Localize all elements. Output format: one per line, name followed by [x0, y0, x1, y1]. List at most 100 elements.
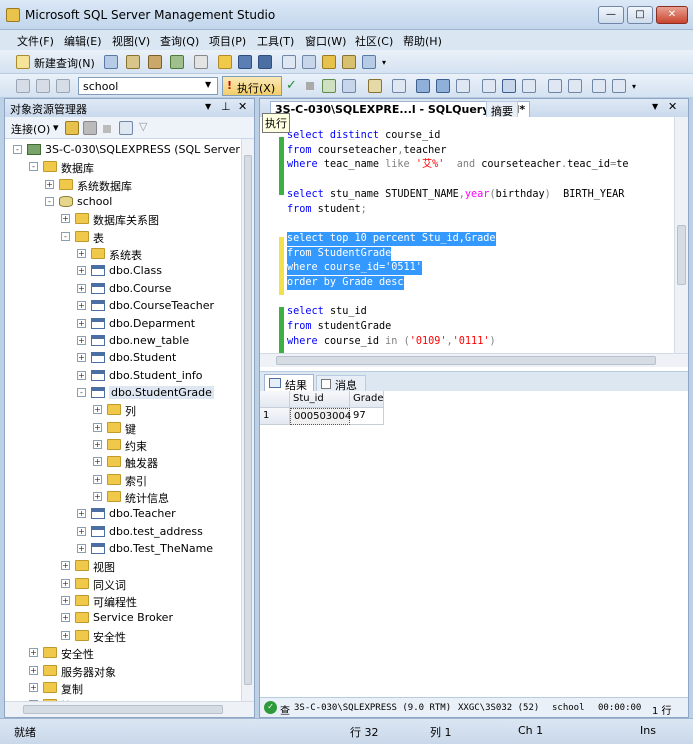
expand-icon[interactable]: + [77, 266, 86, 276]
table-cell-stu-id[interactable]: 000503004 [290, 408, 351, 425]
properties-icon[interactable] [342, 55, 356, 69]
expand-icon[interactable]: + [77, 301, 86, 311]
expand-icon[interactable]: + [77, 283, 86, 293]
tab-summary[interactable]: 摘要 [486, 101, 518, 118]
expand-icon[interactable]: + [45, 179, 54, 189]
pin-icon[interactable]: ⊥ [221, 100, 231, 113]
tree-node[interactable]: + 可编程性 [5, 593, 241, 610]
expand-icon[interactable]: + [93, 422, 102, 432]
tree-node[interactable]: + 列 [5, 402, 241, 419]
table-cell-grade[interactable]: 97 [350, 408, 384, 425]
results-to-text-icon[interactable] [456, 79, 470, 93]
registered-servers-icon[interactable] [302, 55, 316, 69]
tab-list-icon[interactable]: ▼ [652, 102, 658, 111]
tree-node[interactable]: + 视图 [5, 558, 241, 575]
dmx-query-icon[interactable] [170, 55, 184, 69]
save-all-icon[interactable] [258, 55, 272, 69]
database-selector[interactable]: school ▼ [78, 77, 218, 95]
expand-icon[interactable]: + [93, 439, 102, 449]
expand-icon[interactable]: + [77, 318, 86, 328]
tree-node[interactable]: + 数据库关系图 [5, 211, 241, 228]
tree-node[interactable]: + 安全性 [5, 645, 241, 662]
collapse-icon[interactable]: - [13, 145, 22, 154]
tree-node[interactable]: + 索引 [5, 472, 241, 489]
tree-node[interactable]: + Service Broker [5, 610, 241, 627]
tree-node[interactable]: + dbo.Teacher [5, 506, 241, 523]
client-statistics-icon[interactable] [436, 79, 450, 93]
parse-icon[interactable]: ✓ [286, 78, 297, 93]
mdx-query-icon[interactable] [148, 55, 162, 69]
tree-node[interactable]: - 3S-C-030\SQLEXPRESS (SQL Server 9.0 [5, 142, 241, 159]
expand-icon[interactable]: + [77, 544, 86, 554]
connect-icon[interactable] [65, 121, 79, 135]
expand-icon[interactable]: + [93, 457, 102, 467]
panel-menu-icon[interactable]: ▼ [205, 102, 211, 111]
menu-window[interactable]: 窗口(W) [302, 32, 349, 50]
tree-node[interactable]: + 系统表 [5, 246, 241, 263]
scroll-thumb[interactable] [677, 225, 686, 285]
editor-horizontal-scrollbar[interactable] [260, 353, 688, 367]
connect-dropdown-icon[interactable]: ▾ [53, 121, 59, 134]
scroll-thumb[interactable] [276, 356, 656, 365]
template-explorer-icon[interactable] [282, 55, 296, 69]
database-engine-query-icon[interactable] [104, 55, 118, 69]
toolbar-overflow-icon[interactable]: ▾ [382, 58, 386, 67]
uncomment-icon[interactable] [548, 79, 562, 93]
tree-node[interactable]: + 复制 [5, 680, 241, 697]
comment-icon[interactable] [522, 79, 536, 93]
results-to-grid-icon[interactable] [482, 79, 496, 93]
tree-node[interactable]: + 统计信息 [5, 489, 241, 506]
new-file-icon[interactable] [194, 55, 208, 69]
filter-icon[interactable]: ▽ [139, 120, 147, 133]
open-file-icon[interactable] [218, 55, 232, 69]
editor-vertical-scrollbar[interactable] [674, 117, 688, 353]
cancel-query-icon[interactable] [306, 82, 314, 90]
expand-icon[interactable]: + [61, 596, 70, 606]
column-header-stu-id[interactable]: Stu_id [290, 391, 350, 408]
menu-project[interactable]: 项目(P) [206, 32, 249, 50]
collapse-icon[interactable]: - [77, 387, 86, 397]
expand-icon[interactable]: + [77, 526, 86, 536]
menu-tools[interactable]: 工具(T) [254, 32, 297, 50]
tree-node[interactable]: + dbo.Course [5, 281, 241, 298]
results-to-file-icon[interactable] [502, 79, 516, 93]
collapse-icon[interactable]: - [29, 162, 38, 172]
tree-node[interactable]: + dbo.CourseTeacher [5, 298, 241, 315]
expand-icon[interactable]: + [61, 214, 70, 224]
column-header-grade[interactable]: Grade [350, 391, 384, 408]
stop-icon[interactable] [103, 125, 111, 133]
expand-icon[interactable]: + [61, 561, 70, 571]
new-query-button[interactable]: 新建查询(N) [34, 55, 95, 71]
execute-button[interactable]: ! 执行(X) [222, 76, 282, 96]
connect-button[interactable]: 连接(O) [11, 121, 50, 137]
specify-values-icon[interactable] [368, 79, 382, 93]
tree-node[interactable]: + dbo.new_table [5, 333, 241, 350]
row-header[interactable]: 1 [260, 408, 290, 425]
tree-node[interactable]: - school [5, 194, 241, 211]
tree-node[interactable]: -表 [5, 229, 241, 246]
tree-node[interactable]: + 服务器对象 [5, 663, 241, 680]
tree-node[interactable]: + 约束 [5, 437, 241, 454]
menu-community[interactable]: 社区(C) [352, 32, 396, 50]
decrease-indent-icon[interactable] [568, 79, 582, 93]
expand-icon[interactable]: + [29, 665, 38, 675]
expand-icon[interactable]: + [29, 648, 38, 658]
close-button[interactable]: ✕ [656, 6, 688, 24]
menu-edit[interactable]: 编辑(E) [61, 32, 105, 50]
menu-view[interactable]: 视图(V) [109, 32, 153, 50]
tree-node[interactable]: + dbo.Deparment [5, 316, 241, 333]
collapse-icon[interactable]: - [45, 197, 54, 207]
tree-node[interactable]: + 安全性 [5, 628, 241, 645]
code-editor[interactable]: select distinct course_id from courseteac… [260, 117, 674, 353]
estimated-plan-icon[interactable] [322, 79, 336, 93]
expand-icon[interactable]: + [77, 335, 86, 345]
align-icon[interactable] [612, 79, 626, 93]
tree-node[interactable]: + dbo.Student_info [5, 368, 241, 385]
increase-indent-icon[interactable] [592, 79, 606, 93]
tree-node[interactable]: + dbo.Class [5, 263, 241, 280]
tree-node[interactable]: + 触发器 [5, 454, 241, 471]
design-query-icon[interactable] [342, 79, 356, 93]
close-icon[interactable]: ✕ [238, 100, 247, 113]
intellisense-icon[interactable] [392, 79, 406, 93]
toolbar-overflow-icon[interactable]: ▾ [632, 82, 636, 91]
